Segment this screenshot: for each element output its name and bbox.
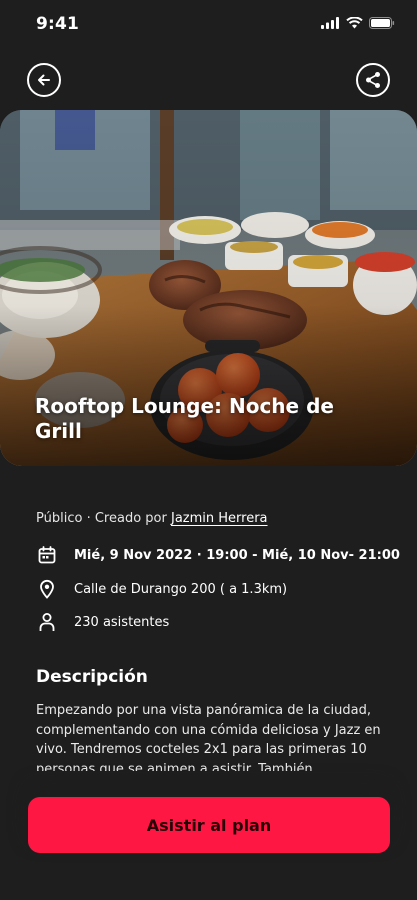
created-by-label: Creado por (94, 511, 167, 526)
creator-link[interactable]: Jazmin Herrera (171, 511, 268, 526)
meta-separator: · (82, 511, 95, 526)
description-text: Empezando por una vista panóramica de la… (36, 703, 381, 771)
event-title: Rooftop Lounge: Noche de Grill (35, 394, 334, 443)
event-attendees: 230 asistentes (74, 614, 170, 630)
visibility-label: Público (36, 511, 83, 526)
description-heading: Descripción (36, 667, 148, 687)
attendees-row[interactable]: 230 asistentes (36, 611, 169, 633)
back-arrow-icon (38, 74, 50, 86)
location-pin-icon (36, 578, 58, 600)
event-hero-image: Rooftop Lounge: Noche de Grill (0, 110, 417, 466)
status-time: 9:41 (36, 14, 80, 34)
status-bar: 9:41 (0, 0, 417, 50)
status-icons (321, 17, 395, 29)
calendar-icon (36, 544, 58, 566)
share-button[interactable] (356, 63, 390, 97)
event-date: Mié, 9 Nov 2022 · 19:00 - Mié, 10 Nov- 2… (74, 547, 400, 563)
person-icon (36, 611, 58, 633)
back-button[interactable] (27, 63, 61, 97)
share-icon (366, 72, 380, 88)
battery-icon (369, 17, 395, 29)
date-row: Mié, 9 Nov 2022 · 19:00 - Mié, 10 Nov- 2… (36, 544, 400, 566)
location-row[interactable]: Calle de Durango 200 ( a 1.3km) (36, 578, 287, 600)
event-meta: Público · Creado por Jazmin Herrera (36, 511, 268, 526)
wifi-icon (346, 17, 363, 29)
signal-icon (321, 17, 339, 29)
attend-plan-button[interactable]: Asistir al plan (28, 797, 390, 853)
event-location: Calle de Durango 200 ( a 1.3km) (74, 581, 288, 597)
